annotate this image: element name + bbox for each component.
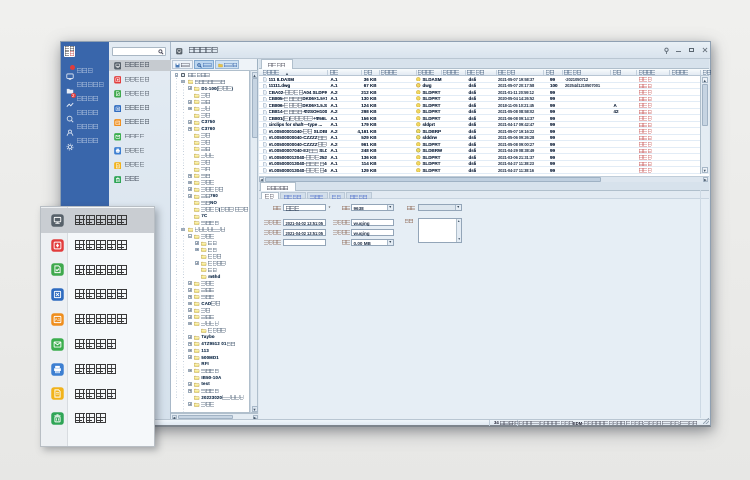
svg-text:A1: A1 bbox=[55, 317, 61, 322]
